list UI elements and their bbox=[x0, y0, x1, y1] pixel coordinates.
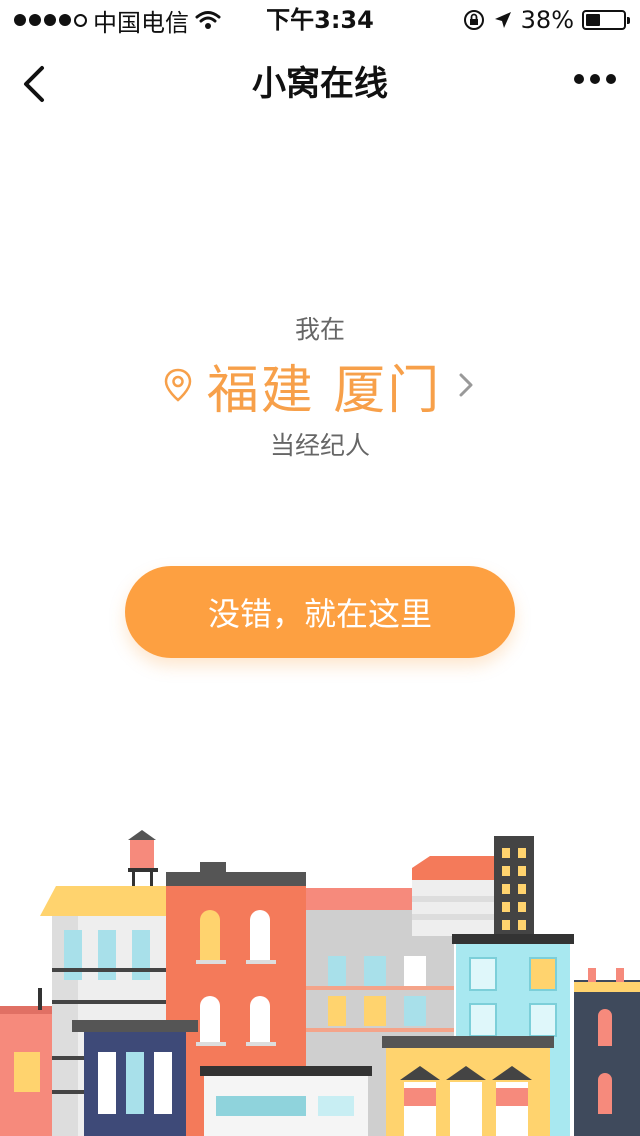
page-title: 小窝在线 bbox=[252, 64, 388, 104]
status-right: 38% bbox=[463, 6, 630, 34]
location-suffix: 当经纪人 bbox=[269, 431, 370, 460]
battery-icon bbox=[582, 10, 630, 30]
rotation-lock-icon bbox=[463, 10, 484, 30]
confirm-location-button[interactable]: 没错，就在这里 bbox=[125, 566, 515, 658]
status-bar: 中国电信 下午3:34 38% bbox=[0, 0, 640, 40]
chevron-right-icon bbox=[459, 373, 473, 397]
location-city: 福建 厦门 bbox=[206, 360, 442, 421]
cityscape-illustration bbox=[0, 830, 640, 1136]
battery-level bbox=[586, 14, 600, 26]
more-dot bbox=[606, 74, 616, 84]
screen: 中国电信 下午3:34 38% 小窝在线 我在 福建 厦门 当经纪人 没错，就在… bbox=[0, 0, 640, 1136]
more-dot bbox=[574, 74, 584, 84]
more-dot bbox=[590, 74, 600, 84]
location-selector[interactable]: 福建 厦门 bbox=[0, 352, 640, 421]
location-prefix: 我在 bbox=[294, 315, 345, 344]
battery-percent: 38% bbox=[520, 6, 574, 34]
location-arrow-icon bbox=[494, 12, 511, 28]
nav-bar: 小窝在线 bbox=[0, 40, 640, 128]
location-pin-icon bbox=[164, 368, 191, 402]
more-button[interactable] bbox=[574, 74, 616, 84]
